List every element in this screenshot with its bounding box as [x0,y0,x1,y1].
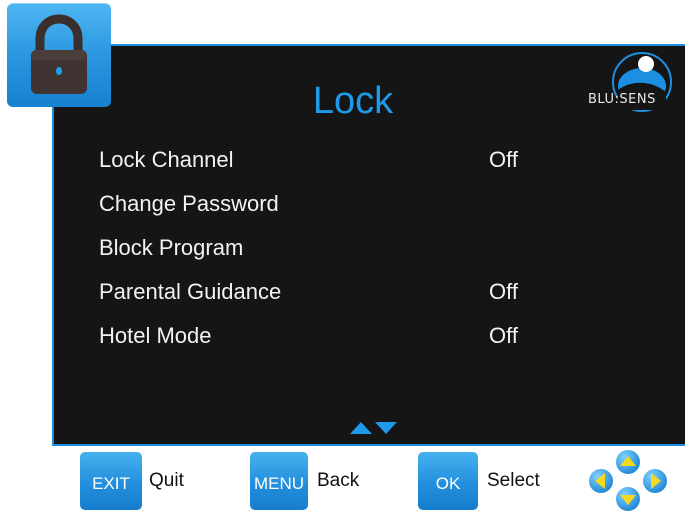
menu-hint-label: Back [317,470,360,491]
direction-pad-icon[interactable] [585,448,671,514]
menu-item-label: Lock Channel [99,147,234,172]
ok-key-button[interactable]: OK [418,452,478,510]
exit-hint-label: Quit [149,470,184,491]
menu-item-value: Off [489,323,518,348]
padlock-icon [7,3,111,107]
menu-item-block-program[interactable]: Block Program [99,230,639,274]
exit-key-button[interactable]: EXIT [80,452,142,510]
tv-lock-menu-screen: Lock BLU:SENS Lock Channel Off Change Pa… [0,0,685,514]
menu-list: Lock Channel Off Change Password Block P… [99,142,639,362]
menu-item-hotel-mode[interactable]: Hotel Mode Off [99,318,639,362]
page-title: Lock [312,80,394,122]
menu-item-label: Block Program [99,235,244,260]
menu-item-label: Hotel Mode [99,323,212,348]
menu-item-parental-guidance[interactable]: Parental Guidance Off [99,274,639,318]
menu-item-value: Off [489,279,518,304]
menu-item-label: Parental Guidance [99,279,282,304]
menu-item-label: Change Password [99,191,279,216]
ok-hint-label: Select [487,470,540,491]
up-down-arrows-icon [350,422,397,434]
menu-item-value: Off [489,147,518,172]
menu-item-lock-channel[interactable]: Lock Channel Off [99,142,639,186]
brand-logo-icon [612,52,672,112]
menu-key-button[interactable]: MENU [250,452,308,510]
brand-text: BLU:SENS [588,92,656,107]
menu-item-change-password[interactable]: Change Password [99,186,639,230]
